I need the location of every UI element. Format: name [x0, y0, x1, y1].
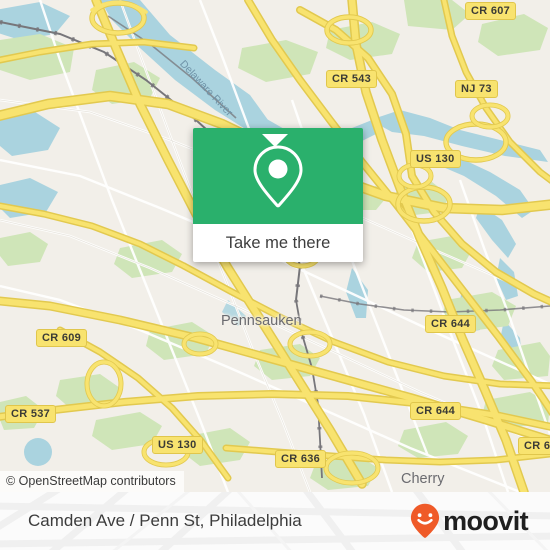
place-label-cherry: Cherry [401, 471, 445, 487]
road-shield-cr-543: CR 543 [326, 70, 378, 88]
map-pin-icon [253, 145, 303, 208]
road-shield-cr-609: CR 609 [36, 329, 88, 347]
moovit-pin-smile-icon [410, 503, 440, 538]
road-shield-cr-61: CR 61 [518, 437, 550, 455]
footer-bar: Camden Ave / Penn St, Philadelphia moovi… [0, 492, 550, 550]
road-shield-cr-644-north: CR 644 [425, 315, 477, 333]
place-label-pennsauken: Pennsauken [221, 313, 302, 329]
location-title: Camden Ave / Penn St, Philadelphia [28, 511, 302, 530]
road-shield-nj-73: NJ 73 [455, 80, 498, 98]
osm-attribution[interactable]: © OpenStreetMap contributors [0, 471, 184, 492]
road-shield-cr-636: CR 636 [275, 450, 327, 468]
take-me-there-popup[interactable]: Take me there [193, 128, 363, 262]
moovit-logo[interactable]: moovit [410, 503, 529, 539]
road-shield-cr-607: CR 607 [465, 2, 517, 20]
road-shield-us-130-south: US 130 [152, 436, 203, 454]
popup-tail [262, 134, 288, 147]
take-me-there-button[interactable]: Take me there [193, 224, 363, 262]
road-shield-cr-644-south: CR 644 [410, 402, 462, 420]
map-screenshot: Delaware River Pennsauken Cherry CR 607 … [0, 0, 550, 550]
road-shield-us-130-north: US 130 [410, 150, 461, 168]
road-shield-cr-537: CR 537 [5, 405, 57, 423]
moovit-wordmark: moovit [443, 505, 529, 536]
